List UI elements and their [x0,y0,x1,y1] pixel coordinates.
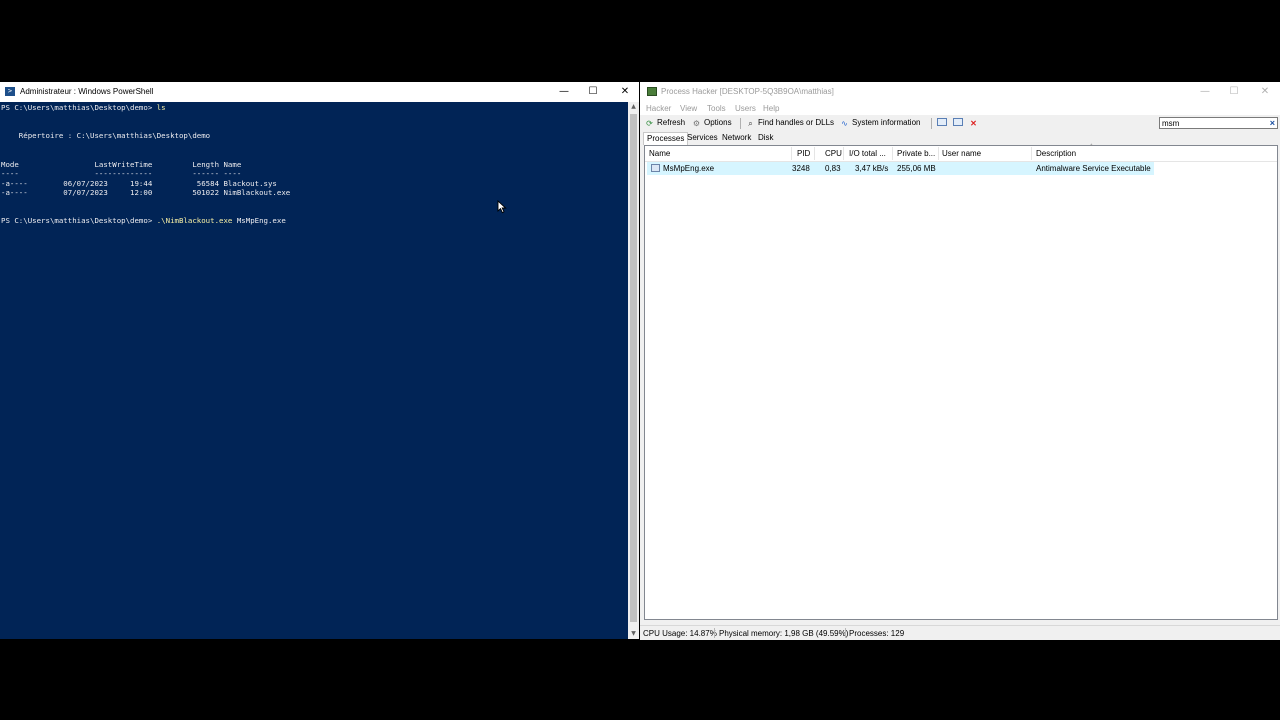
menu-hacker[interactable]: Hacker [646,104,671,113]
gear-icon: ⚙ [692,119,701,128]
status-bar: CPU Usage: 14.87% Physical memory: 1,98 … [640,625,1280,640]
powershell-console[interactable]: PS C:\Users\matthias\Desktop\demo> ls Ré… [0,102,628,639]
process-hacker-window[interactable]: Process Hacker [DESKTOP-5Q3B9OA\matthias… [640,82,1280,640]
process-cpu: 0,83 [825,164,841,173]
column-pid[interactable]: PID [797,149,810,158]
minimize-button[interactable]: — [550,84,578,100]
console-command: .\NimBlackout.exe [156,216,233,226]
minimize-button[interactable]: — [1191,84,1219,100]
mouse-pointer-icon [497,200,507,214]
console-output-line: -a---- 06/07/2023 19:44 56584 Blackout.s… [1,178,277,188]
process-hacker-window-title: Process Hacker [DESKTOP-5Q3B9OA\matthias… [661,87,834,96]
find-window-icon[interactable] [953,118,966,129]
status-physical-memory: Physical memory: 1,98 GB (49.59%) [719,629,849,638]
status-cpu-usage: CPU Usage: 14.87% [643,629,717,638]
options-label: Options [704,118,732,127]
column-separator[interactable] [791,147,792,160]
column-separator[interactable] [892,147,893,160]
column-separator[interactable] [843,147,844,160]
system-information-label: System information [852,118,921,127]
column-name[interactable]: Name [649,149,670,158]
console-prompt-line: PS C:\Users\matthias\Desktop\demo> .\Nim… [1,216,286,225]
console-prompt: PS C:\Users\matthias\Desktop\demo> [1,103,157,112]
process-hacker-titlebar[interactable]: Process Hacker [DESKTOP-5Q3B9OA\matthias… [640,82,1280,102]
console-output-line: Répertoire : C:\Users\matthias\Desktop\d… [1,131,211,141]
system-information-button[interactable]: ∿ System information [840,118,920,129]
find-handles-label: Find handles or DLLs [758,118,835,127]
menu-help[interactable]: Help [763,104,779,113]
close-button[interactable]: ✕ [611,84,639,100]
status-processes: Processes: 129 [849,629,905,638]
column-cpu[interactable]: CPU [825,149,842,158]
toolbar-separator [740,118,741,129]
status-separator [714,628,715,638]
powershell-titlebar[interactable]: > Administrateur : Windows PowerShell — … [0,82,639,102]
column-separator[interactable] [938,147,939,160]
column-separator[interactable] [1031,147,1032,160]
powershell-window[interactable]: > Administrateur : Windows PowerShell — … [0,82,639,639]
toolbar-separator [931,118,932,129]
table-row[interactable]: MsMpEng.exe 3248 0,83 3,47 kB/s 255,06 M… [647,162,1154,175]
tab-services[interactable]: Services [684,132,721,144]
close-button[interactable]: ✕ [1251,84,1279,100]
process-hacker-icon [647,87,657,96]
refresh-label: Refresh [657,118,686,127]
process-private-bytes: 255,06 MB [897,164,936,173]
maximize-button[interactable]: ☐ [579,84,607,100]
scroll-up-arrow-icon[interactable]: ▲ [628,102,639,112]
maximize-button[interactable]: ☐ [1220,84,1248,100]
chart-icon: ∿ [841,119,848,128]
window-icon[interactable] [937,118,950,129]
console-scrollbar-thumb[interactable] [630,114,637,622]
clear-search-icon[interactable]: × [1270,118,1275,128]
find-handles-button[interactable]: ⌕ Find handles or DLLs [746,118,834,129]
console-output-line: Mode LastWriteTime Length Name [1,159,242,169]
process-icon [651,164,660,172]
process-description: Antimalware Service Executable [1036,164,1151,173]
search-input[interactable]: msm × [1159,117,1278,129]
console-output-line: ---- ------------- ------ ---- [1,169,242,179]
process-pid: 3248 [792,164,810,173]
tab-processes[interactable]: Processes [643,132,689,145]
console-prompt: PS C:\Users\matthias\Desktop\demo> [1,216,157,226]
column-io-total[interactable]: I/O total ... [849,149,886,158]
menu-bar: Hacker View Tools Users Help [640,102,1280,115]
tab-disk[interactable]: Disk [755,132,777,144]
status-separator [845,628,846,638]
console-output-line: -a---- 07/07/2023 12:00 501022 NimBlacko… [1,188,291,198]
menu-tools[interactable]: Tools [707,104,726,113]
process-list[interactable]: Name PID CPU I/O total ... Private b... … [644,144,1278,620]
process-name: MsMpEng.exe [663,164,715,173]
powershell-icon: > [5,87,15,96]
tab-network[interactable]: Network [719,132,754,144]
console-prompt-line: PS C:\Users\matthias\Desktop\demo> ls [1,103,166,112]
search-input-value: msm [1162,119,1180,128]
menu-view[interactable]: View [680,104,697,113]
options-button[interactable]: ⚙ Options [692,118,732,129]
column-private-bytes[interactable]: Private b... [897,149,935,158]
process-list-header: Name PID CPU I/O total ... Private b... … [645,144,1277,162]
column-separator[interactable] [814,147,815,160]
column-description[interactable]: Description [1036,149,1076,158]
console-command: ls [156,103,166,112]
tab-bar: Processes Services Network Disk [640,132,1280,145]
sort-arrow-icon: ^ [1090,144,1093,150]
refresh-icon: ⟳ [646,119,653,128]
binoculars-icon: ⌕ [748,119,753,128]
scroll-down-arrow-icon[interactable]: ▼ [628,629,639,639]
menu-users[interactable]: Users [735,104,756,113]
process-io-total: 3,47 kB/s [855,164,889,173]
refresh-button[interactable]: ⟳ Refresh [645,118,685,129]
terminate-icon[interactable]: ✕ [969,118,981,129]
console-command-args: MsMpEng.exe [232,216,286,226]
column-user-name[interactable]: User name [942,149,981,158]
console-scrollbar[interactable]: ▲ ▼ [628,102,639,639]
powershell-window-title: Administrateur : Windows PowerShell [20,87,154,96]
